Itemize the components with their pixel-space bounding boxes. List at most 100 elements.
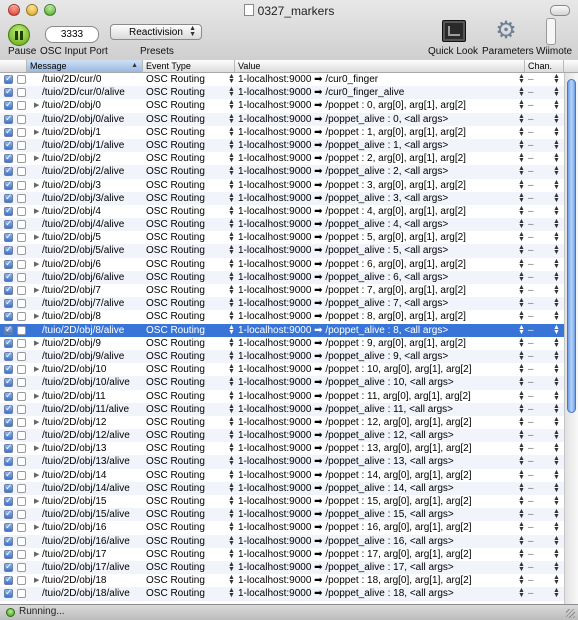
secondary-checkbox[interactable] bbox=[17, 536, 26, 546]
channel-stepper-icon[interactable]: ▲ ▼ bbox=[553, 205, 560, 217]
value-cell[interactable]: 1-localhost:9000 ➡ /poppet : 4, arg[0], … bbox=[238, 205, 523, 218]
event-type-cell[interactable]: OSC Routing bbox=[146, 535, 234, 548]
event-type-cell[interactable]: OSC Routing bbox=[146, 73, 234, 86]
wiimote-label[interactable]: Wiimote bbox=[536, 46, 572, 57]
channel-stepper-icon[interactable]: ▲ ▼ bbox=[553, 258, 560, 270]
value-cell[interactable]: 1-localhost:9000 ➡ /poppet : 7, arg[0], … bbox=[238, 284, 523, 297]
event-type-stepper-icon[interactable]: ▲ ▼ bbox=[228, 205, 235, 217]
channel-stepper-icon[interactable]: ▲ ▼ bbox=[553, 324, 560, 336]
table-row[interactable]: /tuio/2D/obj/2/aliveOSC Routing▲▼1-local… bbox=[0, 164, 564, 179]
event-type-cell[interactable]: OSC Routing bbox=[146, 192, 234, 205]
value-stepper-icon[interactable]: ▲ ▼ bbox=[518, 508, 525, 520]
enabled-checkbox[interactable] bbox=[4, 362, 13, 375]
event-type-stepper-icon[interactable]: ▲ ▼ bbox=[228, 376, 235, 388]
value-stepper-icon[interactable]: ▲ ▼ bbox=[518, 455, 525, 467]
channel-stepper-icon[interactable]: ▲ ▼ bbox=[553, 455, 560, 467]
vertical-scrollbar[interactable] bbox=[564, 73, 578, 604]
event-type-cell[interactable]: OSC Routing bbox=[146, 231, 234, 244]
table-row[interactable]: ▶/tuio/2D/obj/5OSC Routing▲▼1-localhost:… bbox=[0, 230, 564, 244]
event-type-cell[interactable]: OSC Routing bbox=[146, 165, 234, 178]
event-type-cell[interactable]: OSC Routing bbox=[146, 495, 234, 508]
value-cell[interactable]: 1-localhost:9000 ➡ /poppet_alive : 2, <a… bbox=[238, 165, 523, 178]
enabled-checkbox[interactable] bbox=[4, 534, 13, 547]
enabled-checkbox[interactable] bbox=[4, 481, 13, 494]
table-row[interactable]: ▶/tuio/2D/obj/13OSC Routing▲▼1-localhost… bbox=[0, 441, 564, 455]
channel-stepper-icon[interactable]: ▲ ▼ bbox=[553, 574, 560, 586]
value-stepper-icon[interactable]: ▲ ▼ bbox=[518, 284, 525, 296]
secondary-checkbox[interactable] bbox=[17, 431, 26, 441]
enabled-checkbox[interactable] bbox=[4, 243, 13, 257]
quick-look-label[interactable]: Quick Look bbox=[428, 46, 478, 57]
secondary-checkbox[interactable] bbox=[17, 286, 26, 295]
event-type-stepper-icon[interactable]: ▲ ▼ bbox=[228, 271, 235, 283]
disclosure-triangle-icon[interactable]: ▶ bbox=[34, 390, 39, 403]
secondary-checkbox[interactable] bbox=[17, 259, 26, 269]
event-type-stepper-icon[interactable]: ▲ ▼ bbox=[228, 416, 235, 428]
channel-stepper-icon[interactable]: ▲ ▼ bbox=[553, 376, 560, 388]
channel-stepper-icon[interactable]: ▲ ▼ bbox=[553, 310, 560, 322]
value-cell[interactable]: 1-localhost:9000 ➡ /poppet : 1, arg[0], … bbox=[238, 126, 523, 139]
event-type-stepper-icon[interactable]: ▲ ▼ bbox=[228, 231, 235, 243]
enabled-checkbox[interactable] bbox=[4, 257, 13, 270]
event-type-cell[interactable]: OSC Routing bbox=[146, 469, 234, 482]
value-cell[interactable]: 1-localhost:9000 ➡ /poppet_alive : 5, <a… bbox=[238, 244, 523, 257]
secondary-checkbox[interactable] bbox=[17, 576, 26, 586]
event-type-cell[interactable]: OSC Routing bbox=[146, 574, 234, 587]
disclosure-triangle-icon[interactable]: ▶ bbox=[34, 205, 39, 218]
enabled-checkbox[interactable] bbox=[4, 217, 13, 230]
enabled-checkbox[interactable] bbox=[4, 454, 13, 468]
event-type-cell[interactable]: OSC Routing bbox=[146, 508, 234, 521]
value-stepper-icon[interactable]: ▲ ▼ bbox=[518, 113, 525, 125]
channel-stepper-icon[interactable]: ▲ ▼ bbox=[553, 508, 560, 520]
toolbar-toggle-button[interactable] bbox=[550, 5, 570, 16]
value-stepper-icon[interactable]: ▲ ▼ bbox=[518, 337, 525, 349]
enabled-checkbox[interactable] bbox=[4, 586, 13, 600]
enabled-checkbox[interactable] bbox=[4, 125, 13, 138]
table-row[interactable]: ▶/tuio/2D/obj/15OSC Routing▲▼1-localhost… bbox=[0, 494, 564, 508]
event-type-stepper-icon[interactable]: ▲ ▼ bbox=[228, 429, 235, 441]
event-type-stepper-icon[interactable]: ▲ ▼ bbox=[228, 469, 235, 481]
secondary-checkbox[interactable] bbox=[17, 220, 26, 230]
enabled-checkbox[interactable] bbox=[4, 389, 13, 402]
table-row[interactable]: ▶/tuio/2D/obj/9OSC Routing▲▼1-localhost:… bbox=[0, 336, 564, 350]
value-stepper-icon[interactable]: ▲ ▼ bbox=[518, 258, 525, 270]
event-type-stepper-icon[interactable]: ▲ ▼ bbox=[228, 403, 235, 415]
secondary-checkbox[interactable] bbox=[17, 75, 26, 84]
channel-stepper-icon[interactable]: ▲ ▼ bbox=[553, 126, 560, 138]
parameters-label[interactable]: Parameters bbox=[482, 46, 534, 57]
value-cell[interactable]: 1-localhost:9000 ➡ /poppet : 10, arg[0],… bbox=[238, 363, 523, 376]
disclosure-triangle-icon[interactable]: ▶ bbox=[34, 231, 39, 244]
value-stepper-icon[interactable]: ▲ ▼ bbox=[518, 469, 525, 481]
disclosure-triangle-icon[interactable]: ▶ bbox=[34, 284, 39, 297]
event-type-cell[interactable]: OSC Routing bbox=[146, 350, 234, 363]
event-type-cell[interactable]: OSC Routing bbox=[146, 548, 234, 561]
secondary-checkbox[interactable] bbox=[17, 562, 26, 572]
event-type-stepper-icon[interactable]: ▲ ▼ bbox=[228, 535, 235, 547]
table-row[interactable]: /tuio/2D/obj/17/aliveOSC Routing▲▼1-loca… bbox=[0, 560, 564, 575]
event-type-stepper-icon[interactable]: ▲ ▼ bbox=[228, 561, 235, 573]
secondary-checkbox[interactable] bbox=[17, 127, 26, 137]
table-row[interactable]: ▶/tuio/2D/obj/14OSC Routing▲▼1-localhost… bbox=[0, 468, 564, 482]
value-cell[interactable]: 1-localhost:9000 ➡ /poppet_alive : 17, <… bbox=[238, 561, 523, 574]
channel-stepper-icon[interactable]: ▲ ▼ bbox=[553, 99, 560, 111]
table-row[interactable]: /tuio/2D/obj/15/aliveOSC Routing▲▼1-loca… bbox=[0, 507, 564, 522]
secondary-checkbox[interactable] bbox=[17, 206, 26, 216]
event-type-stepper-icon[interactable]: ▲ ▼ bbox=[228, 165, 235, 177]
event-type-stepper-icon[interactable]: ▲ ▼ bbox=[228, 244, 235, 256]
table-row[interactable]: ▶/tuio/2D/obj/18OSC Routing▲▼1-localhost… bbox=[0, 573, 564, 587]
value-cell[interactable]: 1-localhost:9000 ➡ /poppet : 12, arg[0],… bbox=[238, 416, 523, 429]
event-type-stepper-icon[interactable]: ▲ ▼ bbox=[228, 548, 235, 560]
event-type-stepper-icon[interactable]: ▲ ▼ bbox=[228, 73, 235, 85]
disclosure-triangle-icon[interactable]: ▶ bbox=[34, 99, 39, 112]
table-row[interactable]: ▶/tuio/2D/obj/16OSC Routing▲▼1-localhost… bbox=[0, 520, 564, 534]
value-stepper-icon[interactable]: ▲ ▼ bbox=[518, 126, 525, 138]
value-stepper-icon[interactable]: ▲ ▼ bbox=[518, 218, 525, 230]
value-cell[interactable]: 1-localhost:9000 ➡ /poppet_alive : 12, <… bbox=[238, 429, 523, 442]
quick-look-icon[interactable] bbox=[442, 20, 466, 42]
osc-input-port-field[interactable]: 3333 bbox=[45, 26, 99, 43]
event-type-cell[interactable]: OSC Routing bbox=[146, 363, 234, 376]
channel-stepper-icon[interactable]: ▲ ▼ bbox=[553, 271, 560, 283]
event-type-cell[interactable]: OSC Routing bbox=[146, 455, 234, 468]
value-cell[interactable]: 1-localhost:9000 ➡ /poppet_alive : 3, <a… bbox=[238, 192, 523, 205]
secondary-checkbox[interactable] bbox=[17, 391, 26, 401]
